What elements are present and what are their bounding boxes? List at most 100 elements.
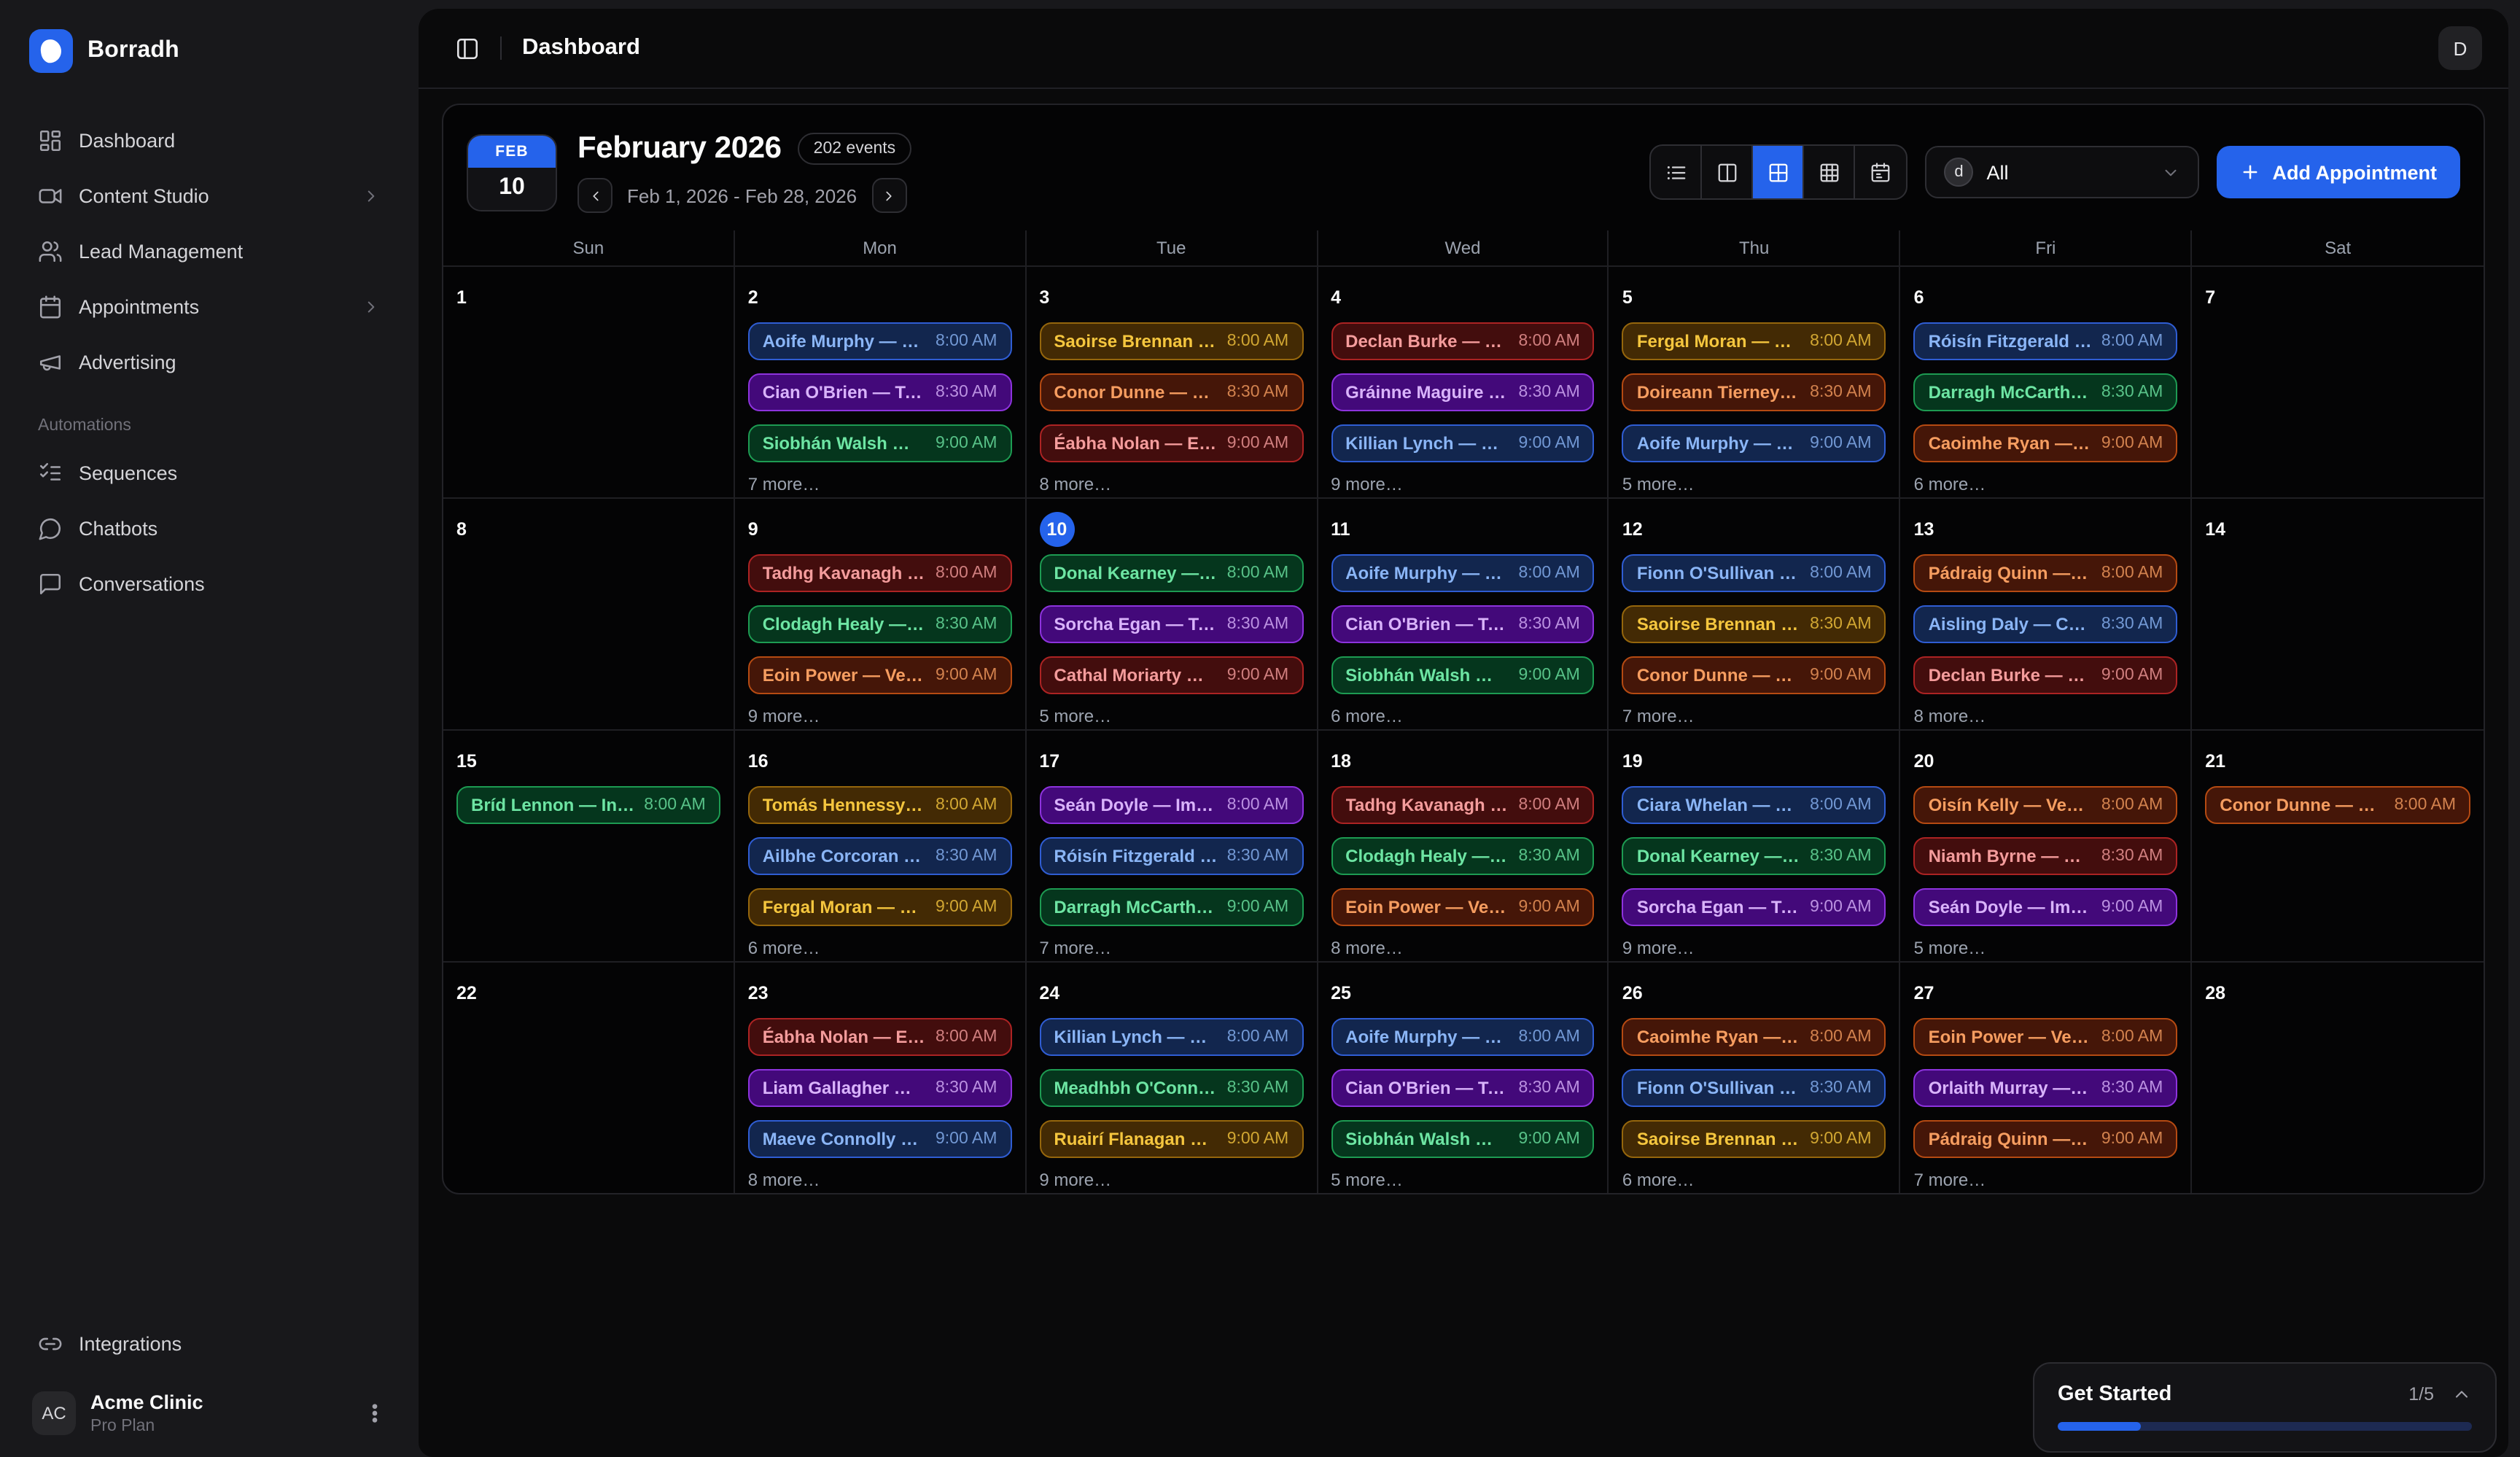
day-cell-17[interactable]: 17Seán Doyle — Imp…8:00 AMRóisín Fitzger…: [1026, 731, 1318, 961]
day-cell-20[interactable]: 20Oisín Kelly — Ven…8:00 AMNiamh Byrne —…: [1901, 731, 2193, 961]
day-cell-6[interactable]: 6Róisín Fitzgerald …8:00 AMDarragh McCar…: [1901, 267, 2193, 497]
day-cell-25[interactable]: 25Aoife Murphy — D…8:00 AMCian O'Brien —…: [1318, 963, 1609, 1193]
event-chip[interactable]: Niamh Byrne — E…8:30 AM: [1914, 837, 2178, 875]
sidebar-item-chatbots[interactable]: Chatbots: [23, 502, 395, 554]
day-cell-5[interactable]: 5Fergal Moran — Ni…8:00 AMDoireann Tiern…: [1609, 267, 1901, 497]
more-events-link[interactable]: 8 more…: [1039, 474, 1303, 494]
event-chip[interactable]: Declan Burke — R…8:00 AM: [1331, 322, 1595, 360]
view-toggle-list[interactable]: [1652, 146, 1703, 198]
event-chip[interactable]: Donal Kearney — I…8:30 AM: [1622, 837, 1886, 875]
more-events-link[interactable]: 8 more…: [1914, 706, 2178, 726]
event-chip[interactable]: Aoife Murphy — D…9:00 AM: [1622, 424, 1886, 462]
event-chip[interactable]: Aoife Murphy — D…8:00 AM: [1331, 1018, 1595, 1056]
day-cell-21[interactable]: 21Conor Dunne — C…8:00 AM: [2192, 731, 2484, 961]
day-cell-4[interactable]: 4Declan Burke — R…8:00 AMGráinne Maguire…: [1318, 267, 1609, 497]
sidebar-item-lead-management[interactable]: Lead Management: [23, 225, 395, 277]
add-appointment-button[interactable]: Add Appointment: [2217, 146, 2460, 198]
day-cell-14[interactable]: 14: [2192, 499, 2484, 729]
more-events-link[interactable]: 5 more…: [1331, 1170, 1595, 1190]
event-chip[interactable]: Sorcha Egan — Te…8:30 AM: [1039, 605, 1303, 643]
event-chip[interactable]: Maeve Connolly —…9:00 AM: [748, 1120, 1012, 1158]
event-chip[interactable]: Killian Lynch — De…9:00 AM: [1331, 424, 1595, 462]
day-cell-11[interactable]: 11Aoife Murphy — D…8:00 AMCian O'Brien —…: [1318, 499, 1609, 729]
event-chip[interactable]: Bríd Lennon — Invi…8:00 AM: [456, 786, 720, 824]
more-events-link[interactable]: 6 more…: [1331, 706, 1595, 726]
event-chip[interactable]: Fergal Moran — Ni…9:00 AM: [748, 888, 1012, 926]
more-events-link[interactable]: 7 more…: [1039, 938, 1303, 958]
day-cell-9[interactable]: 9Tadhg Kavanagh …8:00 AMClodagh Healy — …: [735, 499, 1027, 729]
more-events-link[interactable]: 7 more…: [1914, 1170, 2178, 1190]
event-chip[interactable]: Darragh McCarth…8:30 AM: [1914, 373, 2178, 411]
kebab-menu-icon[interactable]: [363, 1402, 386, 1426]
event-chip[interactable]: Pádraig Quinn — …9:00 AM: [1914, 1120, 2178, 1158]
event-chip[interactable]: Eoin Power — Ven…9:00 AM: [1331, 888, 1595, 926]
event-chip[interactable]: Éabha Nolan — E…9:00 AM: [1039, 424, 1303, 462]
event-chip[interactable]: Eoin Power — Ven…9:00 AM: [748, 656, 1012, 694]
event-chip[interactable]: Aisling Daly — Ch…8:30 AM: [1914, 605, 2178, 643]
event-chip[interactable]: Siobhán Walsh — I…9:00 AM: [1331, 656, 1595, 694]
view-toggle-dense-grid[interactable]: [1805, 146, 1856, 198]
day-cell-24[interactable]: 24Killian Lynch — De…8:00 AMMeadhbh O'Co…: [1026, 963, 1318, 1193]
event-chip[interactable]: Cathal Moriarty —…9:00 AM: [1039, 656, 1303, 694]
more-events-link[interactable]: 9 more…: [1331, 474, 1595, 494]
more-events-link[interactable]: 6 more…: [1914, 474, 2178, 494]
workspace-switcher[interactable]: AC Acme Clinic Pro Plan: [23, 1380, 395, 1440]
event-chip[interactable]: Róisín Fitzgerald …8:00 AM: [1914, 322, 2178, 360]
sidebar-item-advertising[interactable]: Advertising: [23, 335, 395, 388]
sidebar-item-appointments[interactable]: Appointments: [23, 280, 395, 333]
sidebar-item-sequences[interactable]: Sequences: [23, 446, 395, 499]
event-chip[interactable]: Orlaith Murray — …8:30 AM: [1914, 1069, 2178, 1107]
event-chip[interactable]: Eoin Power — Ven…8:00 AM: [1914, 1018, 2178, 1056]
event-chip[interactable]: Saoirse Brennan …8:30 AM: [1622, 605, 1886, 643]
event-chip[interactable]: Cian O'Brien — Te…8:30 AM: [1331, 605, 1595, 643]
event-chip[interactable]: Conor Dunne — C…8:00 AM: [2205, 786, 2470, 824]
event-chip[interactable]: Saoirse Brennan …9:00 AM: [1622, 1120, 1886, 1158]
event-chip[interactable]: Róisín Fitzgerald …8:30 AM: [1039, 837, 1303, 875]
more-events-link[interactable]: 9 more…: [1039, 1170, 1303, 1190]
event-chip[interactable]: Pádraig Quinn — …8:00 AM: [1914, 554, 2178, 592]
day-cell-2[interactable]: 2Aoife Murphy — D…8:00 AMCian O'Brien — …: [735, 267, 1027, 497]
event-chip[interactable]: Tadhg Kavanagh …8:00 AM: [1331, 786, 1595, 824]
more-events-link[interactable]: 5 more…: [1622, 474, 1886, 494]
next-period-button[interactable]: [871, 178, 906, 213]
more-events-link[interactable]: 5 more…: [1039, 706, 1303, 726]
day-cell-23[interactable]: 23Éabha Nolan — E…8:00 AMLiam Gallagher …: [735, 963, 1027, 1193]
day-cell-15[interactable]: 15Bríd Lennon — Invi…8:00 AM: [443, 731, 735, 961]
sidebar-item-dashboard[interactable]: Dashboard: [23, 114, 395, 166]
event-chip[interactable]: Cian O'Brien — Te…8:30 AM: [748, 373, 1012, 411]
event-chip[interactable]: Caoimhe Ryan — …8:00 AM: [1622, 1018, 1886, 1056]
day-cell-8[interactable]: 8: [443, 499, 735, 729]
more-events-link[interactable]: 8 more…: [748, 1170, 1012, 1190]
event-chip[interactable]: Tadhg Kavanagh …8:00 AM: [748, 554, 1012, 592]
view-toggle-split[interactable]: [1703, 146, 1754, 198]
day-cell-16[interactable]: 16Tomás Hennessy …8:00 AMAilbhe Corcoran…: [735, 731, 1027, 961]
day-cell-26[interactable]: 26Caoimhe Ryan — …8:00 AMFionn O'Sulliva…: [1609, 963, 1901, 1193]
day-cell-27[interactable]: 27Eoin Power — Ven…8:00 AMOrlaith Murray…: [1901, 963, 2193, 1193]
event-chip[interactable]: Conor Dunne — C…9:00 AM: [1622, 656, 1886, 694]
view-toggle-agenda[interactable]: [1856, 146, 1907, 198]
event-chip[interactable]: Donal Kearney — I…8:00 AM: [1039, 554, 1303, 592]
more-events-link[interactable]: 9 more…: [1622, 938, 1886, 958]
event-chip[interactable]: Aoife Murphy — D…8:00 AM: [1331, 554, 1595, 592]
event-chip[interactable]: Seán Doyle — Imp…9:00 AM: [1914, 888, 2178, 926]
event-chip[interactable]: Oisín Kelly — Ven…8:00 AM: [1914, 786, 2178, 824]
event-chip[interactable]: Ailbhe Corcoran …8:30 AM: [748, 837, 1012, 875]
event-chip[interactable]: Fergal Moran — Ni…8:00 AM: [1622, 322, 1886, 360]
event-chip[interactable]: Tomás Hennessy …8:00 AM: [748, 786, 1012, 824]
event-chip[interactable]: Sorcha Egan — Te…9:00 AM: [1622, 888, 1886, 926]
sidebar-item-integrations[interactable]: Integrations: [23, 1318, 395, 1371]
event-chip[interactable]: Fionn O'Sullivan …8:30 AM: [1622, 1069, 1886, 1107]
event-chip[interactable]: Saoirse Brennan …8:00 AM: [1039, 322, 1303, 360]
more-events-link[interactable]: 6 more…: [1622, 1170, 1886, 1190]
more-events-link[interactable]: 7 more…: [1622, 706, 1886, 726]
event-chip[interactable]: Doireann Tierney …8:30 AM: [1622, 373, 1886, 411]
event-chip[interactable]: Killian Lynch — De…8:00 AM: [1039, 1018, 1303, 1056]
event-chip[interactable]: Aoife Murphy — D…8:00 AM: [748, 322, 1012, 360]
chevron-up-icon[interactable]: [2451, 1384, 2472, 1404]
more-events-link[interactable]: 5 more…: [1914, 938, 2178, 958]
event-chip[interactable]: Darragh McCarth…9:00 AM: [1039, 888, 1303, 926]
event-chip[interactable]: Meadhbh O'Conn…8:30 AM: [1039, 1069, 1303, 1107]
day-cell-12[interactable]: 12Fionn O'Sullivan …8:00 AMSaoirse Brenn…: [1609, 499, 1901, 729]
event-chip[interactable]: Declan Burke — R…9:00 AM: [1914, 656, 2178, 694]
event-chip[interactable]: Clodagh Healy — I…8:30 AM: [748, 605, 1012, 643]
